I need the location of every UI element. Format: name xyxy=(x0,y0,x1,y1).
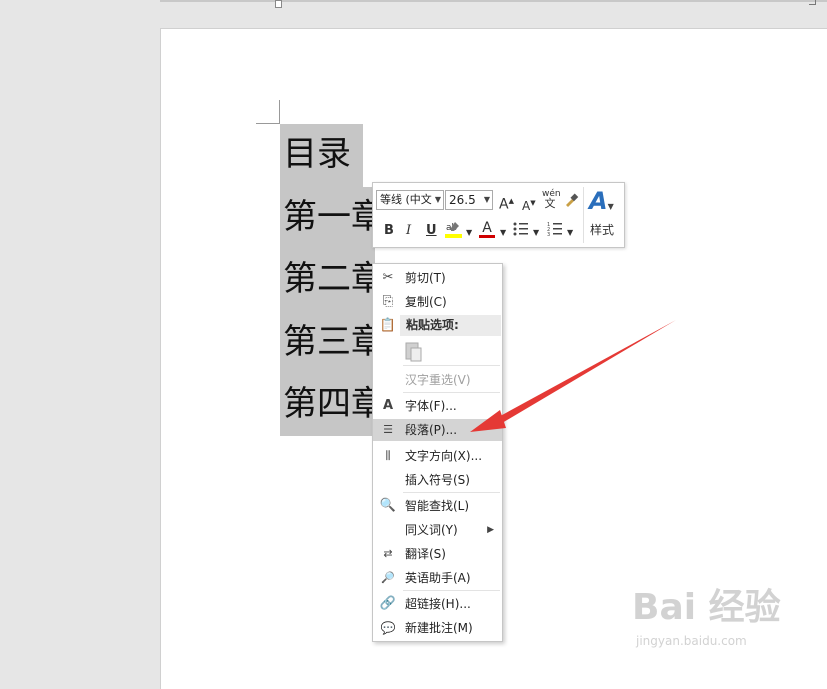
watermark-logo: Bai 经验 xyxy=(632,587,781,628)
watermark-url: jingyan.baidu.com xyxy=(636,634,747,648)
annotation-arrow xyxy=(470,320,676,432)
